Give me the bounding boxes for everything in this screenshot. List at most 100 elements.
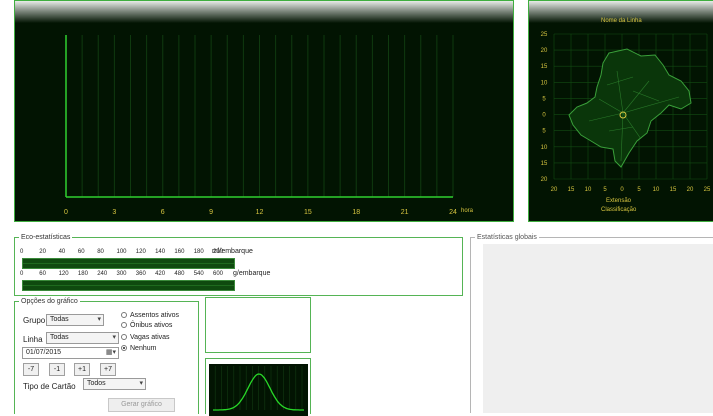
scale-tick-label: 300 [116,271,127,277]
scale-tick-label: 60 [39,271,46,277]
map-x-tick: 20 [551,187,558,193]
calendar-icon: ▦▾ [105,349,116,356]
scale-tick-label: 180 [77,271,88,277]
map-y-tick: 20 [541,177,548,183]
global-stats-area [483,244,713,413]
scale-tick-label: 360 [135,271,146,277]
plus7-button[interactable]: +7 [100,363,116,376]
map-panel: Nome da Linha 25 20 15 10 5 0 5 10 15 20 20 15 10 5 0 5… [528,0,713,222]
radio-onibus-label: Ônibus ativos [130,322,173,329]
x-tick-label: 21 [401,209,409,216]
radio-vagas-label: Vagas ativas [130,334,170,341]
map-y-tick: 20 [541,48,548,54]
global-stats-legend: Estatísticas globais [475,232,539,243]
g-bar [22,280,235,291]
minus1-button[interactable]: -1 [49,363,65,376]
tipo-cartao-select[interactable]: Todos ▾ [83,378,146,390]
map-x-tick: 20 [687,187,694,193]
tipo-cartao-value: Todos [87,380,106,387]
scale-tick-label: 100 [116,249,127,255]
minus7-button[interactable]: -7 [23,363,39,376]
radio-nenhum-label: Nenhum [130,345,157,352]
x-tick-label: 24 [449,209,457,216]
scale-tick-label: 120 [58,271,69,277]
map-x-tick: 5 [637,187,641,193]
x-tick-label: 0 [64,209,68,216]
map-y-tick: 10 [541,80,548,86]
g-unit: g/embarque [233,270,271,277]
radio-dot [121,312,127,318]
global-stats-group: Estatísticas globais [470,232,713,413]
map-x-tick: 5 [603,187,607,193]
radio-assentos-label: Assentos ativos [130,312,180,319]
scale-tick-label: 480 [174,271,185,277]
hourly-chart-panel: 0 3 6 9 12 15 18 21 24 hora [14,0,514,222]
tipo-cartao-label: Tipo de Cartão [23,382,76,391]
map-y-tick: 10 [541,145,548,151]
x-tick-label: 6 [161,209,165,216]
eco-stats-group: Eco-estatísticas 0 20 40 60 80 100 120 140 160 18… [14,232,463,296]
scale-tick-label: 40 [58,249,66,255]
linha-value: Todas [50,334,69,341]
map-y-tick: 25 [541,32,548,38]
grupo-value: Todas [50,316,69,323]
chevron-down-icon: ▾ [97,316,101,323]
chevron-down-icon: ▾ [112,334,116,341]
options-legend: Opções do gráfico [19,296,80,307]
x-tick-label: 3 [112,209,116,216]
x-tick-label: 12 [256,209,264,216]
distribution-box [205,358,311,416]
ml-bar [22,258,235,269]
radio-vagas[interactable]: Vagas ativas [121,333,170,342]
grupo-label: Grupo [23,316,46,325]
map-y-tick: 5 [542,129,546,135]
scale-tick-label: 240 [97,271,108,277]
scale-tick-label: 120 [135,249,146,255]
x-tick-label: 9 [209,209,213,216]
options-group: Opções do gráfico Grupo Todas ▾ Linha To… [14,296,199,414]
map-x-tick: 15 [568,187,575,193]
linha-select[interactable]: Todas ▾ [46,332,119,344]
gerar-grafico-button[interactable]: Gerar gráfico [108,398,175,412]
line-map: 2520151050510152020 15 10 5 0 5 10 15 20 25 [541,32,711,193]
map-y-tick: 0 [542,113,546,119]
classificacao-label: Classificação [601,207,637,213]
scale-tick-label: 80 [97,249,104,255]
chevron-down-icon: ▾ [139,380,143,387]
map-y-tick: 15 [541,64,548,70]
linha-label: Linha [23,335,43,344]
scale-tick-label: 420 [155,271,166,277]
map-y-tick: 5 [542,96,546,102]
map-y-tick: 15 [541,161,548,167]
map-x-tick: 25 [704,187,711,193]
distribution-chart [209,364,308,416]
x-tick-label: 15 [304,209,312,216]
map-x-tick: 0 [620,187,624,193]
ml-unit: ml/embarque [212,248,253,255]
scale-tick-label: 0 [20,249,24,255]
map-x-tick: 10 [653,187,660,193]
eco-stats-legend: Eco-estatísticas [19,232,73,243]
x-axis-unit: hora [461,208,474,214]
hourly-chart: 0 3 6 9 12 15 18 21 24 [64,35,457,216]
scale-tick-label: 540 [193,271,204,277]
radio-nenhum[interactable]: Nenhum [121,344,156,353]
radio-dot-selected [121,345,127,351]
scale-tick-label: 60 [77,249,85,255]
extensao-label: Extensão [606,198,632,204]
scale-tick-label: 180 [193,249,204,255]
map-x-tick: 15 [670,187,677,193]
radio-assentos[interactable]: Assentos ativos [121,311,179,320]
radio-onibus[interactable]: Ônibus ativos [121,321,172,330]
preview-box [205,297,311,353]
scale-tick-label: 160 [174,249,185,255]
scale-tick-label: 20 [39,249,46,255]
plus1-button[interactable]: +1 [74,363,90,376]
scale-tick-label: 600 [213,271,224,277]
grupo-select[interactable]: Todas ▾ [46,314,104,326]
radio-dot [121,322,127,328]
date-picker[interactable]: 01/07/2015 ▦▾ [22,347,119,359]
map-x-tick: 10 [585,187,592,193]
date-value: 01/07/2015 [26,349,62,356]
radio-dot [121,334,127,340]
